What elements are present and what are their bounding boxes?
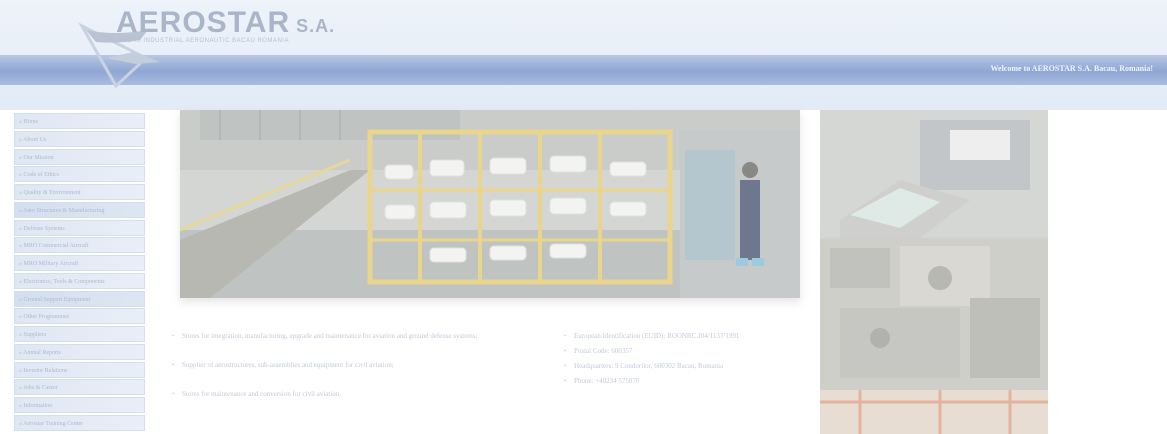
sidebar-item-suppliers[interactable]: » Suppliers xyxy=(14,326,145,342)
sidebar-item-mro-commercial[interactable]: » MRO Commercial Aircraft xyxy=(14,237,145,254)
company-info-list: European Identification (EUID): ROONRC.J… xyxy=(560,330,800,390)
sidebar-item-aerostructures[interactable]: » Aero Structures & Manufacturing xyxy=(14,201,145,218)
sidebar-item-other-programmes[interactable]: » Other Programmes xyxy=(14,308,145,325)
sidebar-item-about[interactable]: » About Us xyxy=(14,130,145,147)
list-item: Stores for integration, manufacturing, u… xyxy=(168,330,528,342)
sidebar-nav: » Home » About Us » Our Mission » Code o… xyxy=(14,113,145,433)
logo-tagline: BACAU INDUSTRIAL AERONAUTIC BACAU ROMANI… xyxy=(118,38,289,44)
list-item: Phone: +40234 575070 xyxy=(560,375,800,387)
list-item: Stores for maintenance and conversion fo… xyxy=(168,388,528,400)
sidebar-item-electronics[interactable]: » Electronics, Tools & Components xyxy=(14,272,145,289)
sidebar-item-home[interactable]: » Home xyxy=(14,113,145,129)
sidebar-item-annual-reports[interactable]: » Annual Reports xyxy=(14,343,145,360)
hero-factory-photo xyxy=(180,110,800,298)
list-item: European Identification (EUID): ROONRC.J… xyxy=(560,330,800,342)
site-header: AEROSTAR S.A. BACAU INDUSTRIAL AERONAUTIC… xyxy=(0,0,1167,110)
sidebar-item-mission[interactable]: » Our Mission xyxy=(14,148,145,165)
control-screen-illustration xyxy=(820,110,1048,238)
list-item: Postal Code: 600357 xyxy=(560,345,800,357)
sidebar-item-training-center[interactable]: » Aerostar Training Center xyxy=(14,414,145,431)
sidebar-item-investor-relations[interactable]: » Investor Relations xyxy=(14,361,145,378)
workshop-illustration xyxy=(820,390,1048,434)
factory-illustration xyxy=(180,110,800,298)
list-item: Headquarters: 9 Condorilor, 600302 Bacau… xyxy=(560,360,800,372)
list-item: Supplier of aerostructures, sub-assembli… xyxy=(168,359,528,371)
logo-wordmark[interactable]: AEROSTAR S.A. xyxy=(116,6,335,40)
control-panel-illustration xyxy=(820,238,1048,390)
sidebar-item-jobs[interactable]: » Jobs & Career xyxy=(14,379,145,396)
control-panel-photo xyxy=(820,238,1048,390)
sidebar-item-ground-support[interactable]: » Ground Support Equipment xyxy=(14,290,145,307)
welcome-text: Welcome to AEROSTAR S.A. Bacau, Romania! xyxy=(990,64,1153,73)
workshop-photo xyxy=(820,390,1048,434)
sidebar-item-information[interactable]: » Information xyxy=(14,397,145,413)
sidebar-item-quality[interactable]: » Quality & Environment xyxy=(14,184,145,200)
sidebar-item-defense[interactable]: » Defense Systems xyxy=(14,219,145,236)
capabilities-list: Stores for integration, manufacturing, u… xyxy=(168,330,528,417)
sidebar-item-mro-military[interactable]: » MRO Military Aircraft xyxy=(14,255,145,271)
control-screen-photo xyxy=(820,110,1048,238)
sidebar-item-ethics[interactable]: » Code of Ethics xyxy=(14,166,145,183)
